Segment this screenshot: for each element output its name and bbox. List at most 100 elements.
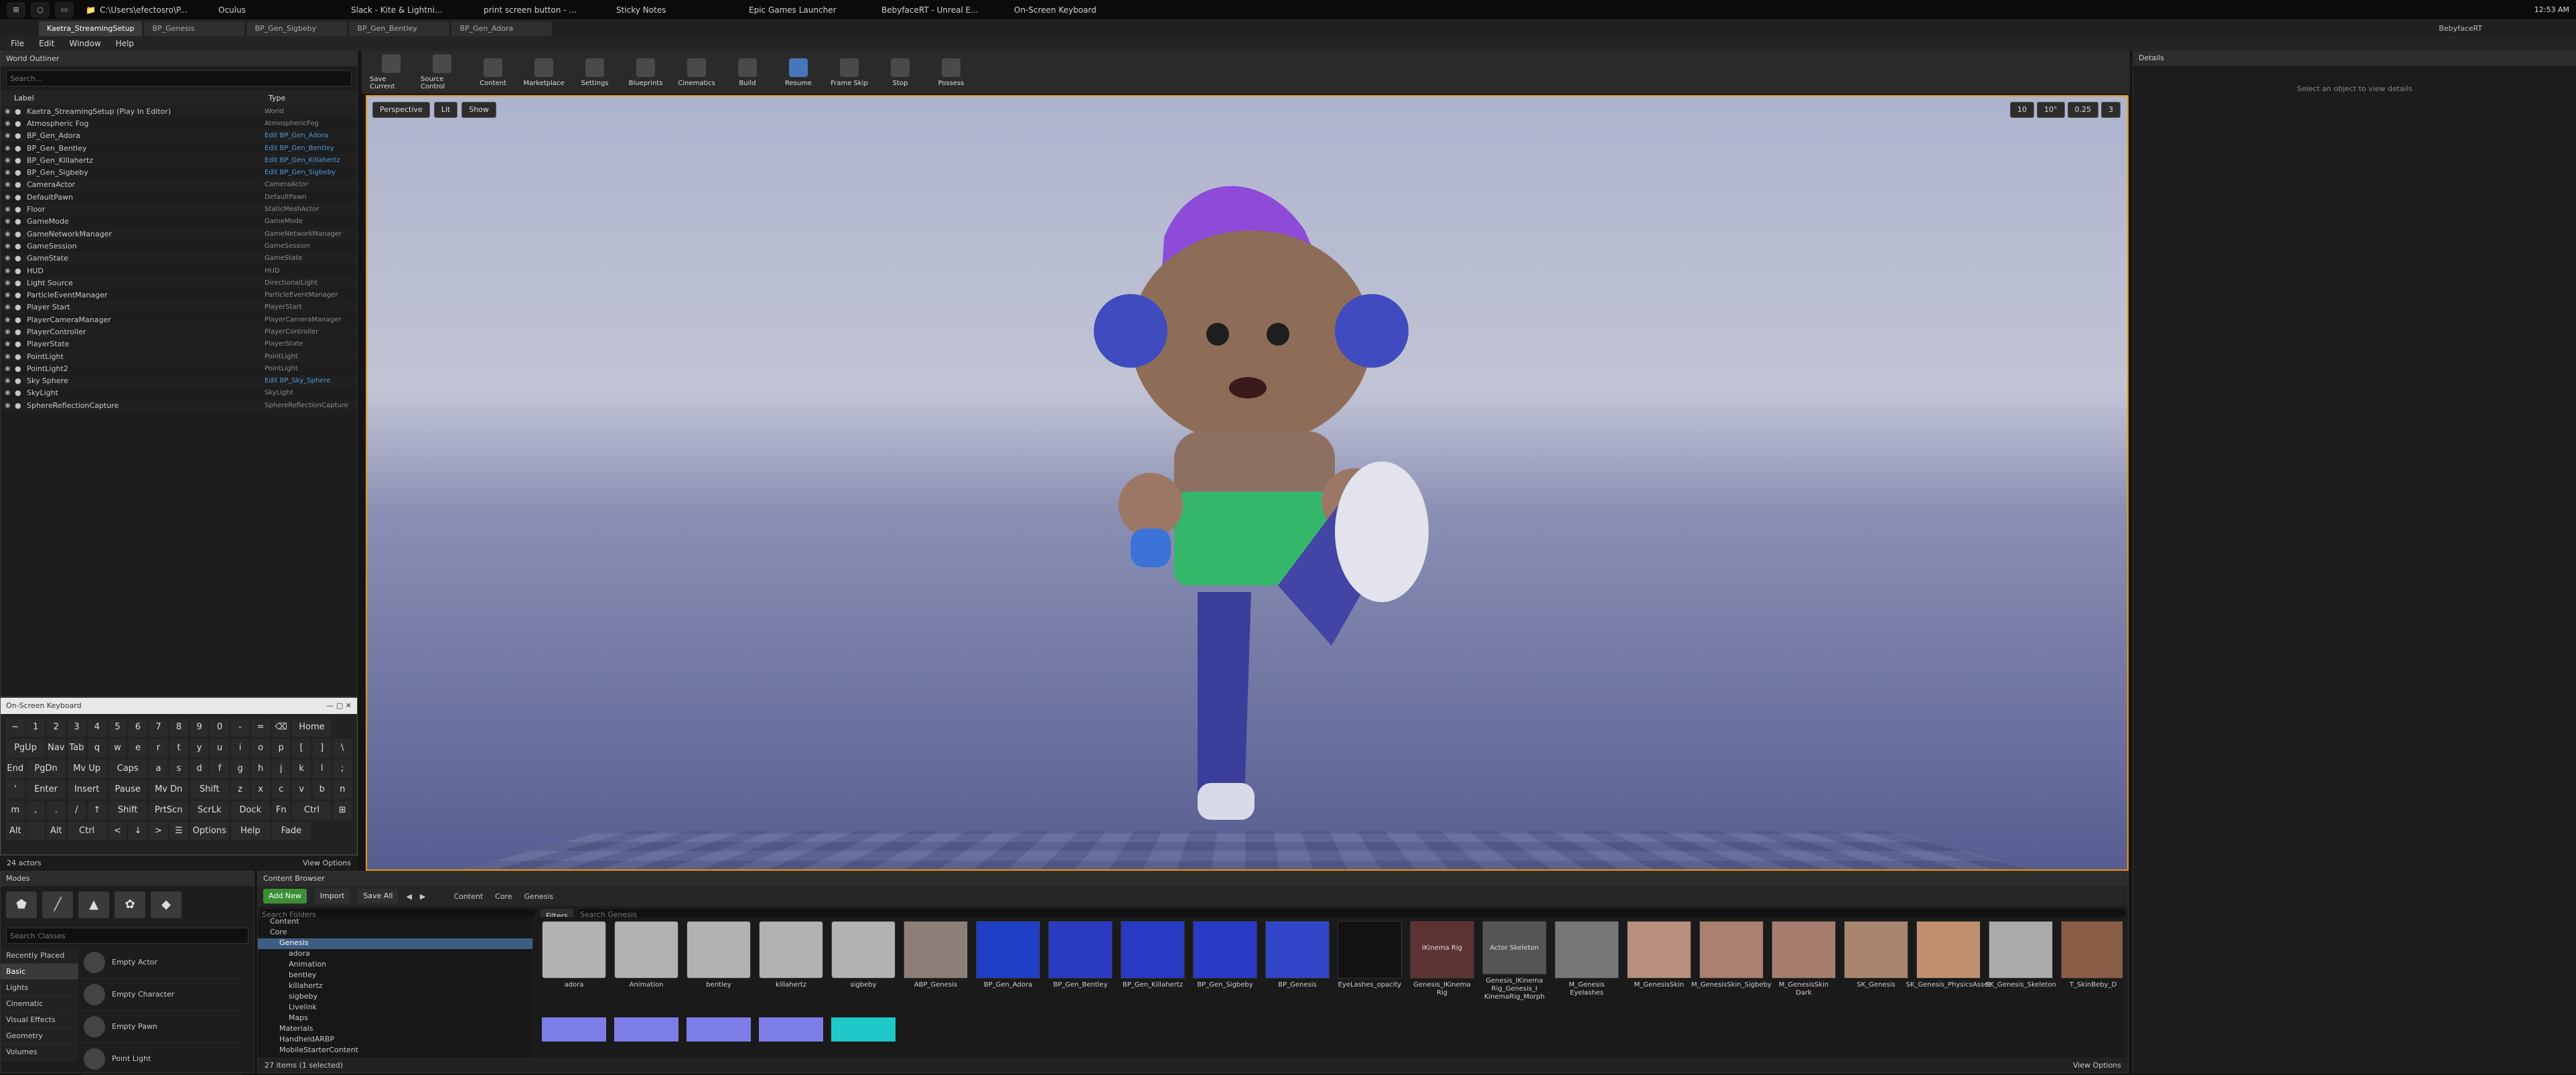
import-button[interactable]: Import bbox=[314, 889, 350, 904]
keyboard-key[interactable]: = bbox=[251, 718, 270, 737]
outliner-row[interactable]: ◉ ● BP_Gen_Adora Edit BP_Gen_Adora bbox=[1, 129, 357, 142]
camera-button[interactable]: 3 bbox=[2101, 102, 2121, 118]
asset-tile-second-row[interactable] bbox=[831, 1017, 896, 1042]
outliner-row[interactable]: ◉ ● GameNetworkManager GameNetworkManager bbox=[1, 227, 357, 240]
keyboard-key[interactable]: ~ bbox=[6, 718, 25, 737]
keyboard-key[interactable]: w bbox=[108, 739, 127, 758]
keyboard-key[interactable]: x bbox=[251, 780, 270, 799]
folder-tree-item[interactable]: adora bbox=[258, 949, 532, 960]
folder-tree-item[interactable]: Animation bbox=[258, 960, 532, 971]
keyboard-key[interactable]: Tab bbox=[67, 739, 86, 758]
keyboard-key[interactable]: 3 bbox=[67, 718, 86, 737]
windows-start-icon[interactable]: ⊞ bbox=[7, 1, 25, 18]
tab-bp-gen-adora[interactable]: BP_Gen_Adora bbox=[451, 21, 553, 36]
outliner-row[interactable]: ◉ ● SphereReflectionCapture SphereReflectio… bbox=[1, 399, 357, 412]
keyboard-key[interactable]: Mv Up bbox=[67, 760, 106, 778]
folder-tree-item[interactable]: Genesis bbox=[258, 938, 532, 949]
asset-tile[interactable]: M_GenesisSkin_Sigbeby bbox=[1691, 921, 1772, 1001]
outliner-row[interactable]: ◉ ● PlayerState PlayerState bbox=[1, 338, 357, 350]
marketplace-button[interactable]: Marketplace bbox=[522, 53, 565, 92]
frame-skip-button[interactable]: Frame Skip bbox=[828, 53, 871, 92]
stop-button[interactable]: Stop bbox=[879, 53, 922, 92]
outliner-row[interactable]: ◉ ● Floor StaticMeshActor bbox=[1, 203, 357, 216]
keyboard-key[interactable]: ScrLk bbox=[190, 801, 229, 820]
asset-tile[interactable]: Actor Skeleton Genesis_IKinema Rig_Genesi… bbox=[1482, 921, 1547, 1001]
asset-tile[interactable]: ABP_Genesis bbox=[904, 921, 968, 1001]
task-sticky-notes[interactable]: Sticky Notes bbox=[610, 2, 737, 18]
mode-category[interactable]: Lights bbox=[1, 980, 78, 996]
asset-tile[interactable]: T_SkinBeby_D bbox=[2061, 921, 2123, 1001]
outliner-row[interactable]: ◉ ● Player Start PlayerStart bbox=[1, 301, 357, 314]
keyboard-key[interactable]: ↓ bbox=[129, 822, 147, 841]
task-browser[interactable]: print screen button - ... bbox=[477, 2, 604, 18]
keyboard-key[interactable]: o bbox=[251, 739, 270, 758]
outliner-row[interactable]: ◉ ● GameSession GameSession bbox=[1, 240, 357, 252]
visibility-eye-icon[interactable]: ◉ bbox=[5, 267, 15, 275]
foliage-mode-icon[interactable]: ✿ bbox=[115, 891, 145, 918]
keyboard-key[interactable]: n bbox=[333, 780, 352, 799]
keyboard-key[interactable]: d bbox=[190, 760, 209, 778]
tab-bp-genesis[interactable]: BP_Genesis bbox=[144, 21, 245, 36]
keyboard-key[interactable]: ⊞ bbox=[333, 801, 352, 820]
keyboard-key[interactable]: c bbox=[271, 780, 291, 799]
keyboard-key[interactable]: Fn bbox=[271, 801, 291, 820]
keyboard-key[interactable]: Help bbox=[230, 822, 270, 841]
keyboard-key[interactable]: l bbox=[312, 760, 332, 778]
outliner-row[interactable]: ◉ ● SkyLight SkyLight bbox=[1, 387, 357, 399]
resume-button[interactable]: Resume bbox=[777, 53, 820, 92]
keyboard-key[interactable]: Alt bbox=[6, 822, 25, 841]
save-current-button[interactable]: Save Current bbox=[370, 53, 413, 92]
folder-tree-item[interactable]: killahertz bbox=[258, 981, 532, 992]
folder-tree-item[interactable]: sigbeby bbox=[258, 992, 532, 1003]
content-view-options[interactable]: View Options bbox=[2073, 1061, 2121, 1070]
outliner-row[interactable]: ◉ ● BP_Gen_Killahertz Edit BP_Gen_Killahert… bbox=[1, 154, 357, 167]
mode-category[interactable]: Visual Effects bbox=[1, 1012, 78, 1028]
keyboard-key[interactable]: [ bbox=[292, 739, 311, 758]
keyboard-key[interactable]: Dock bbox=[230, 801, 270, 820]
task-view-icon[interactable]: ▭ bbox=[55, 1, 74, 18]
mode-category[interactable]: Cinematic bbox=[1, 996, 78, 1012]
keyboard-key[interactable]: 1 bbox=[26, 718, 46, 737]
lit-button[interactable]: Lit bbox=[433, 102, 458, 118]
keyboard-key[interactable]: ↑ bbox=[88, 801, 106, 820]
asset-tile[interactable]: IKinema Rig Genesis_IKinema Rig bbox=[1410, 921, 1474, 1001]
outliner-row[interactable]: ◉ ● BP_Gen_Sigbeby Edit BP_Gen_Sigbeby bbox=[1, 166, 357, 178]
placeable-class-item[interactable]: Empty Actor bbox=[81, 946, 242, 979]
keyboard-key[interactable]: ☰ bbox=[169, 822, 188, 841]
visibility-eye-icon[interactable]: ◉ bbox=[5, 255, 15, 262]
search-icon[interactable]: ○ bbox=[31, 1, 50, 18]
keyboard-key[interactable]: Pause bbox=[108, 780, 147, 799]
mode-category[interactable]: Recently Placed bbox=[1, 948, 78, 964]
visibility-eye-icon[interactable]: ◉ bbox=[5, 291, 15, 299]
keyboard-key[interactable]: 7 bbox=[149, 718, 168, 737]
folder-tree-item[interactable]: Maps bbox=[258, 1013, 532, 1024]
visibility-eye-icon[interactable]: ◉ bbox=[5, 328, 15, 336]
asset-tile[interactable]: killahertz bbox=[759, 921, 823, 1001]
visibility-eye-icon[interactable]: ◉ bbox=[5, 194, 15, 201]
search-assets-input[interactable]: Search Genesis bbox=[578, 909, 2125, 919]
keyboard-key[interactable]: Shift bbox=[108, 801, 147, 820]
keyboard-key[interactable]: PgDn bbox=[26, 760, 66, 778]
outliner-search-input[interactable]: Search... bbox=[6, 70, 352, 86]
keyboard-key[interactable]: g bbox=[230, 760, 250, 778]
keyboard-key[interactable]: Home bbox=[292, 718, 332, 737]
folder-tree-item[interactable]: HandheldARBP bbox=[258, 1035, 532, 1046]
keyboard-key[interactable]: m bbox=[6, 801, 25, 820]
keyboard-key[interactable]: PrtScn bbox=[149, 801, 188, 820]
outliner-row[interactable]: ◉ ● Sky Sphere Edit BP_Sky_Sphere bbox=[1, 374, 357, 387]
keyboard-key[interactable]: ⌫ bbox=[271, 718, 291, 737]
folder-tree-item[interactable]: Materials bbox=[258, 1024, 532, 1035]
menu-edit[interactable]: Edit bbox=[39, 39, 54, 48]
keyboard-key[interactable]: / bbox=[67, 801, 86, 820]
keyboard-key[interactable] bbox=[26, 822, 46, 841]
show-button[interactable]: Show bbox=[461, 102, 496, 118]
keyboard-key[interactable]: z bbox=[230, 780, 250, 799]
keyboard-key[interactable]: > bbox=[149, 822, 168, 841]
outliner-row[interactable]: ◉ ● HUD HUD bbox=[1, 265, 357, 277]
asset-tile[interactable]: BP_Gen_Sigbeby bbox=[1193, 921, 1257, 1001]
visibility-eye-icon[interactable]: ◉ bbox=[5, 242, 15, 250]
keyboard-key[interactable]: 2 bbox=[47, 718, 66, 737]
keyboard-key[interactable]: f bbox=[210, 760, 229, 778]
landscape-mode-icon[interactable]: ▲ bbox=[78, 891, 109, 918]
settings-button[interactable]: Settings bbox=[573, 53, 616, 92]
